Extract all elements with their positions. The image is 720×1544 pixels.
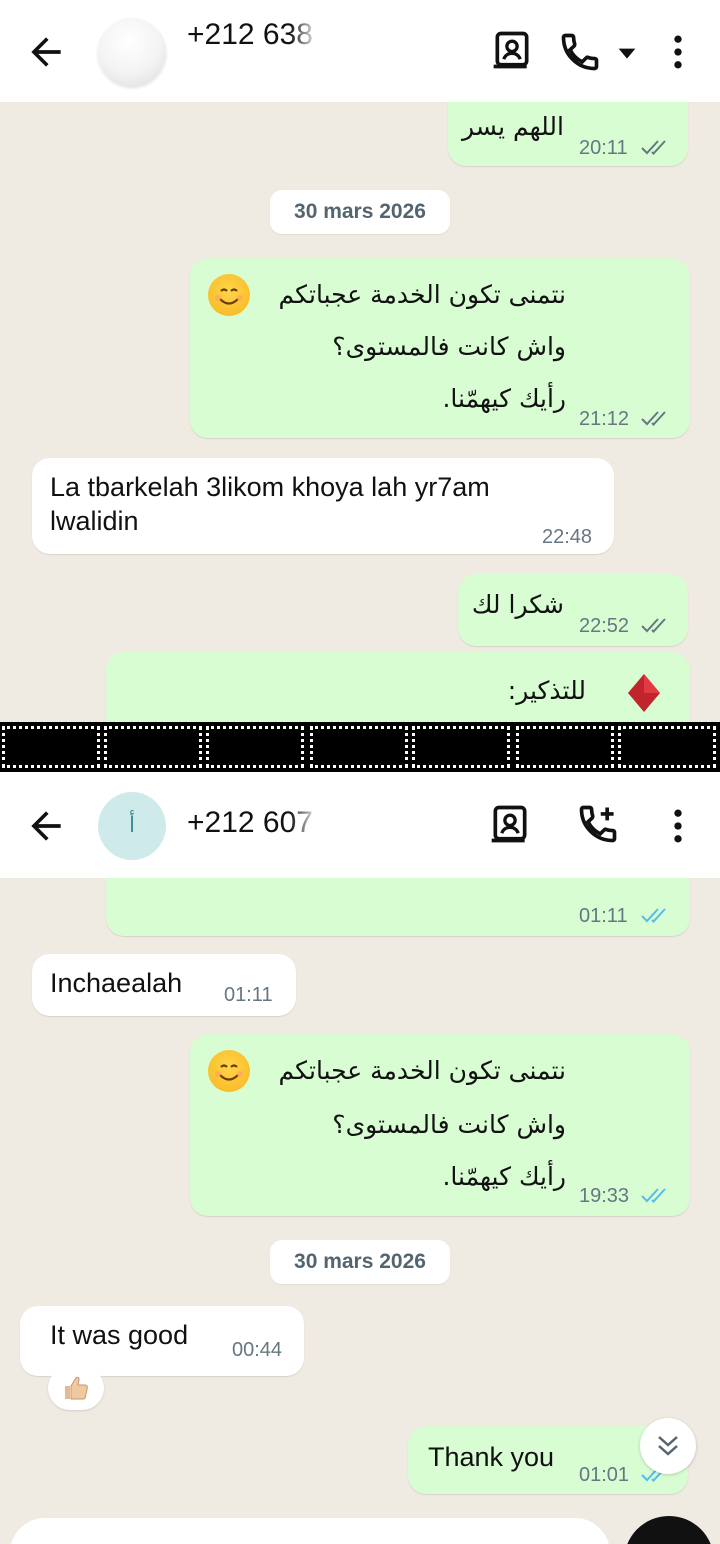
chat-messages: اللهم يسر 20:11 30 mars 2026 نتمنى تكون … — [0, 102, 720, 722]
message-time: 21:12 — [579, 408, 630, 430]
message-line: نتمنى تكون الخدمة عجباتكم — [278, 1056, 566, 1085]
chat-screenshot-2: أ +212 607 01:11 Inchaealah 01:11 نتمنى … — [0, 772, 720, 1544]
double-check-icon — [641, 1188, 666, 1203]
caret-down-icon[interactable] — [616, 32, 638, 72]
message-bubble-incoming[interactable]: La tbarkelah 3likom khoya lah yr7am lwal… — [32, 458, 614, 554]
message-bubble-outgoing[interactable]: للتذكير: — [106, 652, 690, 722]
double-check-icon — [641, 908, 666, 923]
message-text: It was good — [50, 1320, 189, 1350]
reaction-badge[interactable] — [48, 1366, 104, 1410]
message-bubble-incoming[interactable]: Inchaealah 01:11 — [32, 954, 296, 1016]
date-separator: 30 mars 2026 — [270, 190, 450, 234]
smiling-face-emoji — [208, 274, 250, 316]
message-bubble-outgoing[interactable]: نتمنى تكون الخدمة عجباتكم واش كانت فالمس… — [190, 1034, 690, 1216]
message-text: شكرا لك — [471, 590, 564, 619]
message-time: 01:11 — [224, 984, 273, 1006]
message-line: رأيك كيهمّنا. — [442, 384, 566, 413]
contact-card-icon[interactable] — [490, 28, 534, 72]
message-text: اللهم يسر — [461, 112, 564, 141]
contact-card-icon[interactable] — [488, 802, 532, 846]
add-call-icon[interactable] — [576, 802, 620, 846]
message-bubble-outgoing[interactable]: اللهم يسر 20:11 — [448, 102, 688, 166]
message-line: واش كانت فالمستوى؟ — [332, 332, 566, 361]
chat-messages: 01:11 Inchaealah 01:11 نتمنى تكون الخدمة… — [0, 878, 720, 1544]
message-time: 00:44 — [232, 1339, 283, 1361]
chat-header: +212 638 — [0, 0, 720, 102]
more-vertical-icon[interactable] — [656, 28, 700, 76]
message-time: 22:52 — [579, 615, 630, 637]
message-line: واش كانت فالمستوى؟ — [332, 1110, 566, 1139]
message-time: 20:11 — [579, 137, 628, 159]
smiling-face-emoji — [208, 1050, 250, 1092]
message-time: 22:48 — [542, 526, 593, 548]
phone-call-icon[interactable] — [558, 30, 602, 74]
message-text: Thank you — [428, 1442, 555, 1472]
message-bubble-outgoing[interactable]: شكرا لك 22:52 — [458, 574, 688, 646]
message-text: للتذكير: — [507, 676, 586, 705]
back-arrow-icon[interactable] — [24, 30, 68, 74]
thumbs-up-icon — [65, 1376, 88, 1400]
message-line: نتمنى تكون الخدمة عجباتكم — [278, 280, 566, 309]
message-bubble-outgoing[interactable]: نتمنى تكون الخدمة عجباتكم واش كانت فالمس… — [190, 258, 690, 438]
message-line: رأيك كيهمّنا. — [442, 1162, 566, 1191]
message-bubble-incoming[interactable]: It was good 00:44 — [20, 1306, 304, 1376]
message-line: lwalidin — [50, 506, 139, 536]
mic-button[interactable] — [624, 1516, 714, 1544]
message-input[interactable] — [10, 1518, 610, 1544]
message-time: 19:33 — [579, 1185, 630, 1207]
message-time: 01:11 — [579, 905, 628, 927]
more-vertical-icon[interactable] — [656, 802, 700, 850]
double-check-icon — [641, 411, 666, 426]
screenshot-separator — [0, 722, 720, 772]
avatar[interactable]: أ — [98, 792, 166, 860]
red-diamond-emoji — [628, 674, 660, 712]
message-line: La tbarkelah 3likom khoya lah yr7am — [50, 472, 490, 502]
double-check-icon — [641, 618, 666, 633]
message-text: Inchaealah — [50, 968, 183, 998]
scroll-to-bottom-button[interactable] — [640, 1418, 696, 1474]
double-check-icon — [641, 140, 666, 155]
message-time: 01:01 — [579, 1464, 630, 1486]
chat-header: أ +212 607 — [0, 772, 720, 878]
chat-screenshot-1: +212 638 اللهم يسر 20:11 30 mars 2026 نت… — [0, 0, 720, 722]
back-arrow-icon[interactable] — [24, 804, 68, 848]
date-separator: 30 mars 2026 — [270, 1240, 450, 1284]
avatar[interactable] — [98, 18, 166, 86]
message-bubble-outgoing[interactable]: 01:11 — [106, 878, 690, 936]
double-chevron-down-icon — [658, 1436, 678, 1456]
